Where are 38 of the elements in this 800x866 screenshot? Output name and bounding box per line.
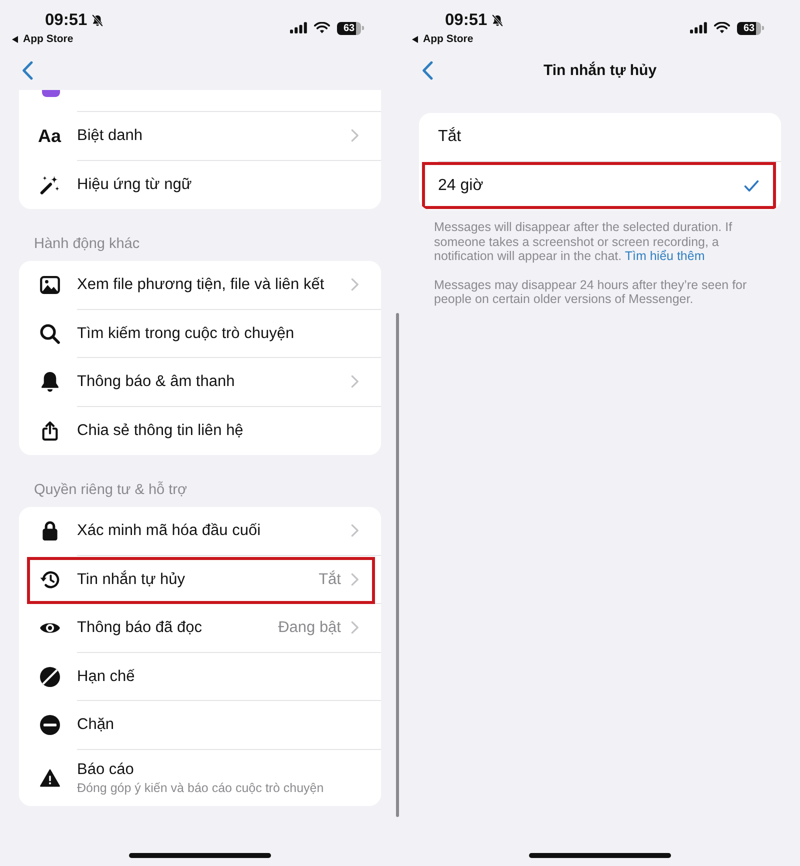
wifi-icon xyxy=(714,22,730,34)
status-time: 09:51 xyxy=(45,10,88,30)
chevron-left-icon xyxy=(22,60,33,80)
back-to-app-link[interactable]: App Store xyxy=(23,32,74,46)
share-icon xyxy=(40,420,60,441)
silent-bell-icon xyxy=(491,14,504,26)
screen-title: Tin nhắn tự hủy xyxy=(543,60,657,80)
footer-note: Messages will disappear after the selected duration. If someone takes a screenshot or screen recording, a notification will appear in the chat. Tìm hiểu thêm xyxy=(434,220,734,264)
item-value: Tắt xyxy=(318,570,341,589)
status-time: 09:51 xyxy=(445,10,488,30)
chevron-left-icon xyxy=(422,60,433,80)
cut-off-icon xyxy=(42,90,60,97)
footer-note: Messages may disappear 24 hours after they’re seen for people on certain older versions of Messenger. xyxy=(434,278,748,306)
wifi-icon xyxy=(314,22,330,34)
item-value: Đang bật xyxy=(278,618,341,638)
back-triangle-icon xyxy=(12,36,18,42)
bell-icon xyxy=(40,372,60,392)
warning-icon xyxy=(40,768,60,788)
battery-percent: 63 xyxy=(337,22,361,34)
item-description: Đóng góp ý kiến và báo cáo cuộc trò chuyện xyxy=(77,780,325,796)
checkmark-icon xyxy=(744,180,759,192)
magic-wand-icon xyxy=(40,174,60,195)
minus-circle-icon xyxy=(40,715,60,736)
lock-icon xyxy=(40,521,60,542)
slashed-circle-icon xyxy=(40,666,60,687)
back-to-app-link[interactable]: App Store xyxy=(423,32,474,46)
back-triangle-icon xyxy=(412,36,418,42)
image-icon xyxy=(40,275,60,296)
learn-more-link[interactable]: Tìm hiểu thêm xyxy=(624,249,705,263)
battery-percent: 63 xyxy=(737,22,761,34)
search-icon xyxy=(40,324,60,344)
letter-glyph: Aa xyxy=(38,126,62,146)
section-header: Quyền riêng tư & hỗ trợ xyxy=(33,480,188,500)
signal-icon xyxy=(690,22,707,34)
history-icon xyxy=(40,570,60,590)
section-header: Hành động khác xyxy=(33,235,141,254)
signal-icon xyxy=(290,22,307,34)
silent-bell-icon xyxy=(91,14,104,26)
